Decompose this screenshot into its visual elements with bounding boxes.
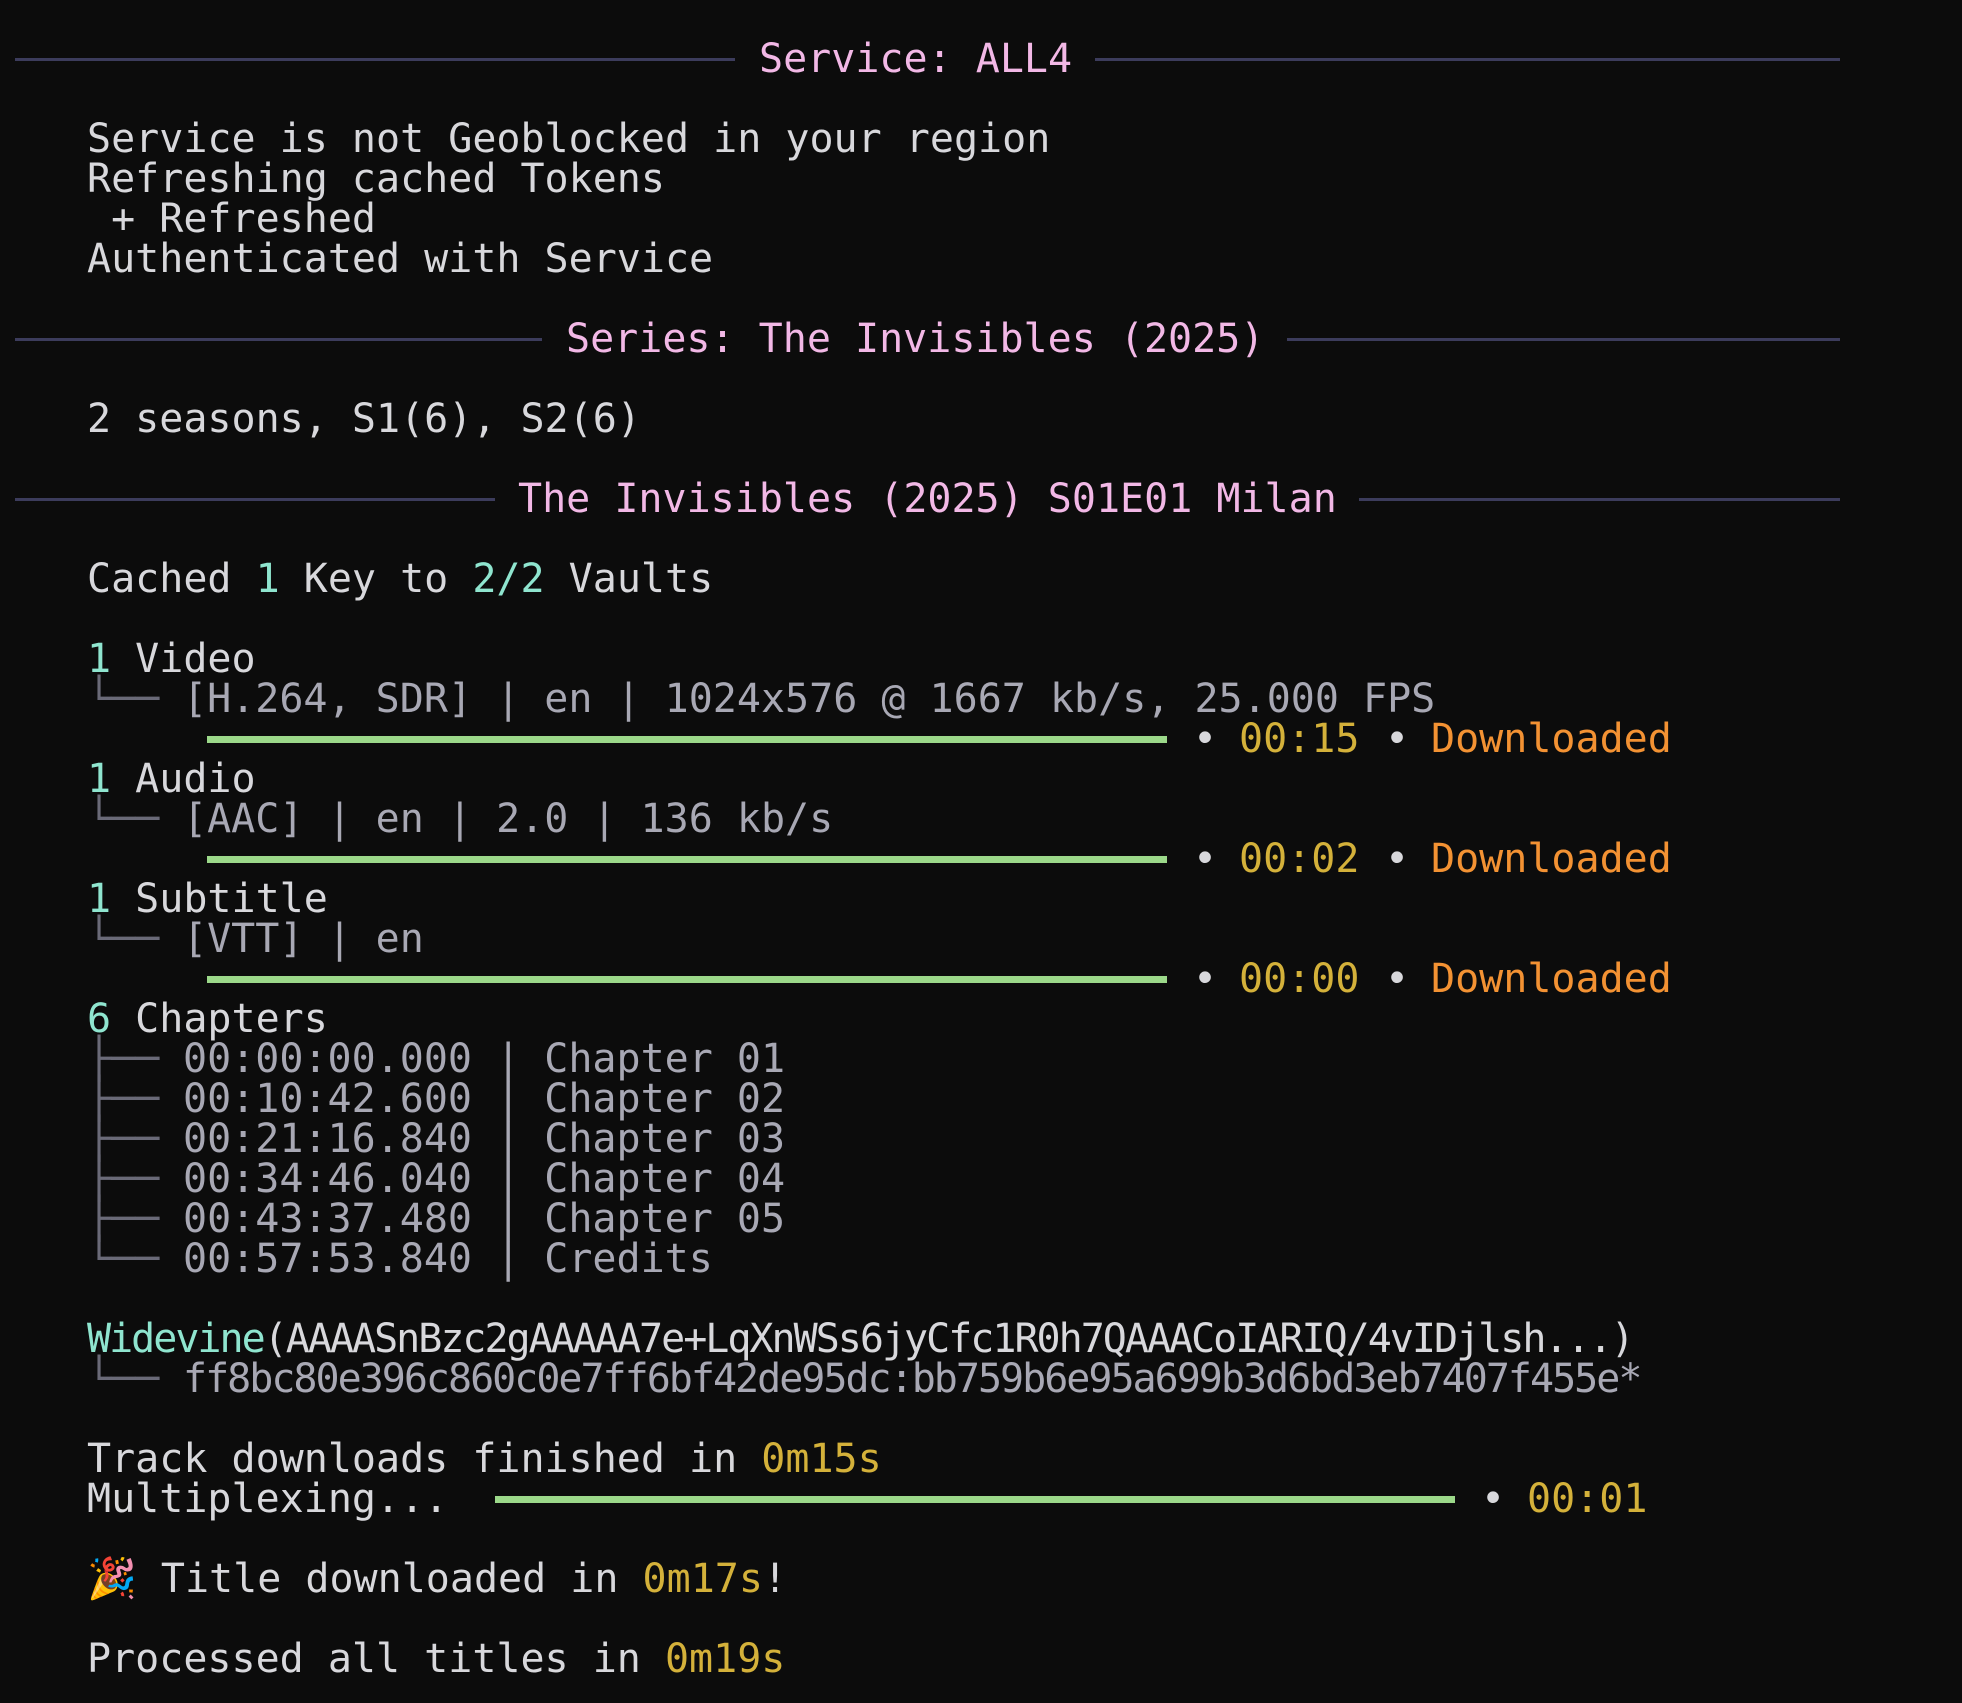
tree-branch: ├──	[87, 1116, 160, 1162]
header-rule-right	[1287, 338, 1840, 341]
track-video-title: 1 Video	[87, 636, 256, 682]
chapter-item: 00:43:37.480 | Chapter 05	[183, 1196, 786, 1242]
tree-branch: ├──	[87, 1036, 160, 1082]
status-downloaded: Downloaded	[1431, 716, 1672, 762]
tree-branch: └──	[87, 1236, 160, 1282]
elapsed-time: 00:02	[1239, 836, 1360, 882]
log-line: Authenticated with Service	[87, 236, 714, 282]
elapsed-time: 00:01	[1527, 1476, 1648, 1522]
chapters-title: 6 Chapters	[87, 996, 328, 1042]
track-subtitle-title: 1 Subtitle	[87, 876, 328, 922]
progress-bar-video	[207, 736, 1167, 743]
status-downloaded: Downloaded	[1431, 836, 1672, 882]
drm-line: Widevine(AAAASnBzc2gAAAAA7e+LqXnWSs6jyCf…	[87, 1316, 1635, 1362]
tree-branch: ├──	[87, 1196, 160, 1242]
progress-bar-subtitle	[207, 976, 1167, 983]
log-line: Refreshing cached Tokens	[87, 156, 665, 202]
finish-line: Track downloads finished in 0m15s	[87, 1436, 882, 1482]
bullet: •	[1385, 716, 1410, 762]
chapter-item: 00:21:16.840 | Chapter 03	[183, 1116, 786, 1162]
cache-line: Cached 1 Key to 2/2 Vaults	[87, 556, 714, 602]
series-header: Series: The Invisibles (2025)	[566, 316, 1265, 362]
header-rule-left	[15, 338, 542, 341]
header-rule-right	[1095, 58, 1840, 61]
chapter-item: 00:00:00.000 | Chapter 01	[183, 1036, 786, 1082]
bullet: •	[1193, 836, 1218, 882]
tree-branch: ├──	[87, 1076, 160, 1122]
tree-branch: └──	[87, 1356, 160, 1402]
service-header: Service: ALL4	[759, 36, 1073, 82]
bullet: •	[1193, 716, 1218, 762]
all-done-line: Processed all titles in 0m19s	[87, 1636, 786, 1682]
track-video-detail: [H.264, SDR] | en | 1024x576 @ 1667 kb/s…	[183, 676, 1436, 722]
chapter-item: 00:10:42.600 | Chapter 02	[183, 1076, 786, 1122]
track-audio-title: 1 Audio	[87, 756, 256, 802]
chapter-item: 00:57:53.840 | Credits	[183, 1236, 713, 1282]
mux-label: Multiplexing...	[87, 1476, 449, 1522]
log-line: + Refreshed	[87, 196, 376, 242]
tree-branch: └──	[87, 916, 160, 962]
chapter-item: 00:34:46.040 | Chapter 04	[183, 1156, 786, 1202]
tree-branch: └──	[87, 676, 160, 722]
party-popper-icon: 🎉	[87, 1556, 137, 1602]
progress-bar-audio	[207, 856, 1167, 863]
episode-header: The Invisibles (2025) S01E01 Milan	[518, 476, 1337, 522]
title-done-line: 🎉 Title downloaded in 0m17s!	[87, 1556, 788, 1602]
status-downloaded: Downloaded	[1431, 956, 1672, 1002]
series-info: 2 seasons, S1(6), S2(6)	[87, 396, 641, 442]
tree-branch: └──	[87, 796, 160, 842]
bullet: •	[1481, 1476, 1506, 1522]
bullet: •	[1385, 956, 1410, 1002]
header-rule-right	[1359, 498, 1840, 501]
log-line: Service is not Geoblocked in your region	[87, 116, 1051, 162]
elapsed-time: 00:00	[1239, 956, 1360, 1002]
header-rule-left	[15, 58, 735, 61]
progress-bar-mux	[495, 1496, 1455, 1503]
bullet: •	[1385, 836, 1410, 882]
track-audio-detail: [AAC] | en | 2.0 | 136 kb/s	[183, 796, 834, 842]
drm-key: ff8bc80e396c860c0e7ff6bf42de95dc:bb759b6…	[183, 1356, 1642, 1402]
tree-branch: ├──	[87, 1156, 160, 1202]
header-rule-left	[15, 498, 495, 501]
elapsed-time: 00:15	[1239, 716, 1360, 762]
track-subtitle-detail: [VTT] | en	[183, 916, 424, 962]
bullet: •	[1193, 956, 1218, 1002]
